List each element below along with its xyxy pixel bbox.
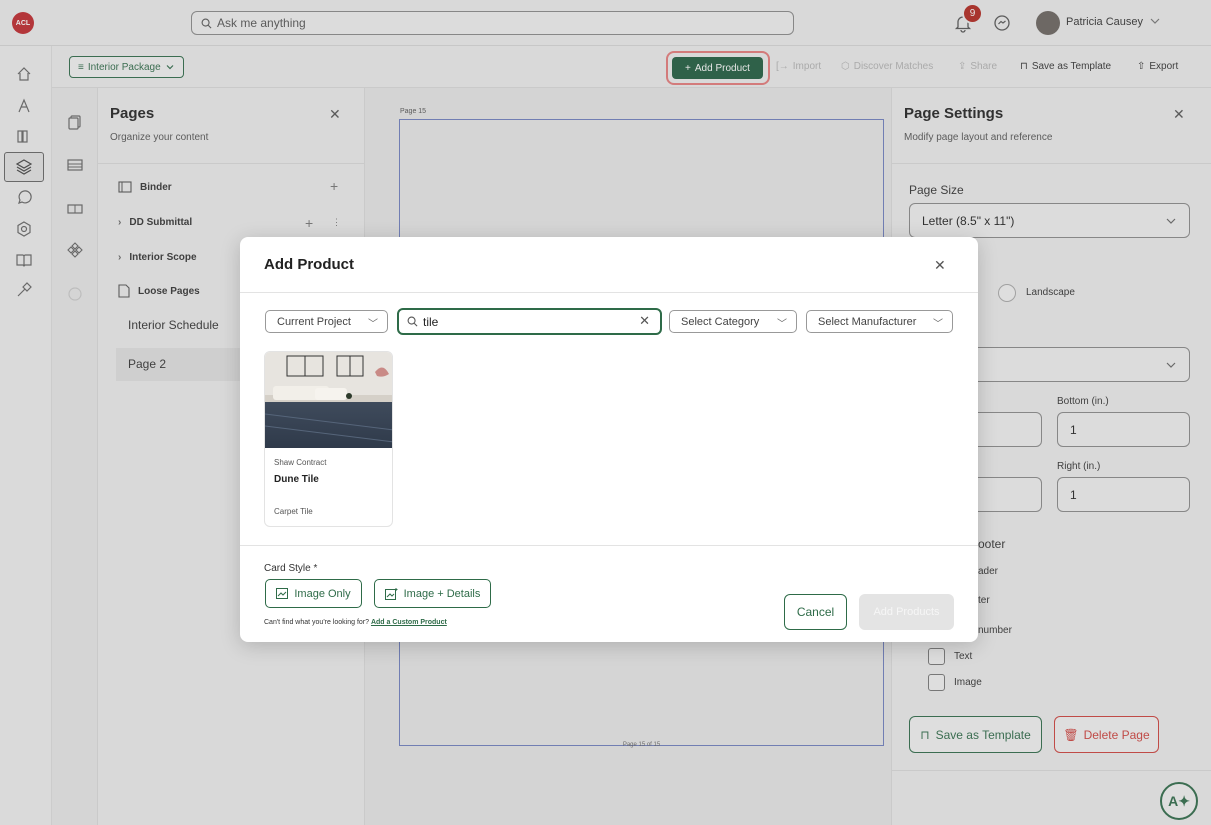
modal-title: Add Product (264, 256, 354, 273)
search-icon (407, 316, 418, 327)
image-icon (276, 588, 289, 599)
cancel-button[interactable]: Cancel (784, 594, 847, 630)
image-details-button[interactable]: Image + Details (374, 579, 491, 608)
cant-find-text: Can't find what you're looking for? (264, 619, 370, 626)
chevron-down-icon: ﹀ (933, 319, 943, 330)
image-only-button[interactable]: Image Only (265, 579, 362, 608)
card-style-label: Card Style * (264, 563, 318, 574)
project-filter-value: Current Project (277, 315, 351, 328)
product-category: Carpet Tile (274, 507, 313, 516)
product-card[interactable]: Shaw Contract Dune Tile Carpet Tile (264, 351, 393, 527)
category-filter-value: Select Category (681, 315, 760, 328)
search-value: tile (423, 314, 439, 329)
add-product-modal: Add Product ✕ Current Project ﹀ tile ✕ S… (240, 237, 978, 642)
product-search-input[interactable]: tile ✕ (397, 308, 662, 335)
add-custom-product-link[interactable]: Add a Custom Product (371, 619, 447, 626)
project-filter-select[interactable]: Current Project ﹀ (265, 310, 388, 333)
clear-icon[interactable]: ✕ (639, 313, 650, 329)
close-icon[interactable]: ✕ (934, 257, 946, 274)
category-filter-select[interactable]: Select Category ﹀ (669, 310, 797, 333)
product-image (265, 352, 392, 448)
divider (240, 292, 978, 293)
product-name: Dune Tile (274, 474, 319, 485)
manufacturer-filter-select[interactable]: Select Manufacturer ﹀ (806, 310, 953, 333)
image-plus-icon (384, 587, 398, 600)
product-manufacturer: Shaw Contract (274, 458, 327, 467)
chevron-down-icon: ﹀ (368, 319, 378, 330)
manufacturer-filter-value: Select Manufacturer (818, 315, 917, 328)
image-only-label: Image Only (294, 587, 351, 600)
chevron-down-icon: ﹀ (777, 319, 787, 330)
add-products-button[interactable]: Add Products (859, 594, 954, 630)
custom-product-hint: Can't find what you're looking for? Add … (264, 619, 447, 626)
divider (240, 545, 978, 546)
image-details-label: Image + Details (403, 587, 481, 600)
